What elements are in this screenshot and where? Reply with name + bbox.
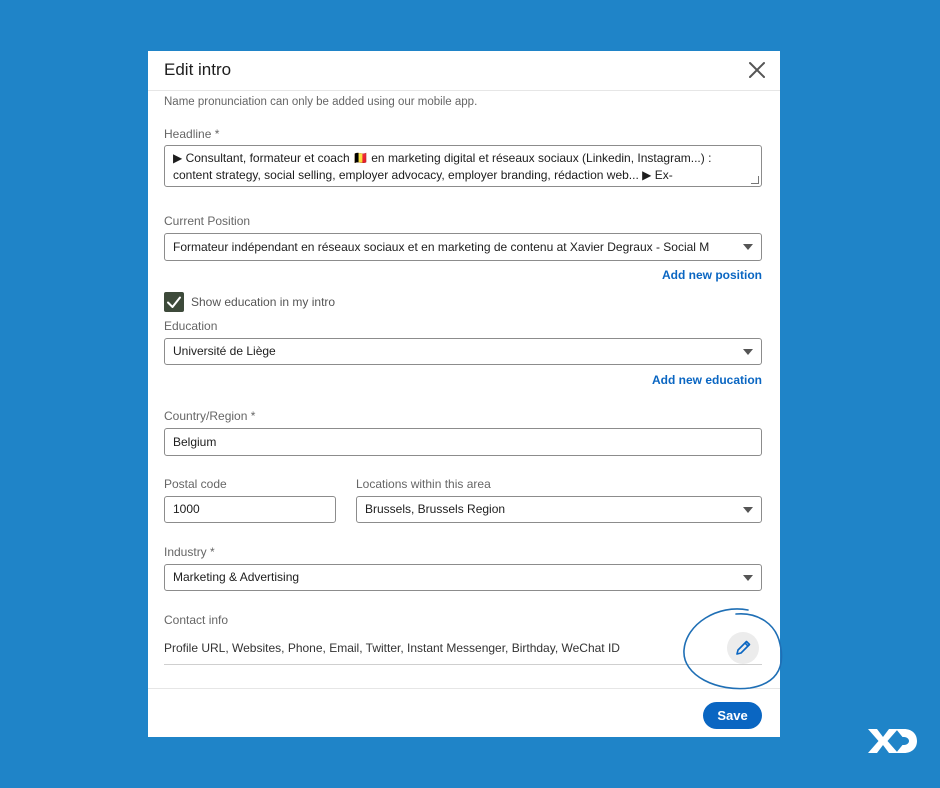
contact-info-label: Contact info bbox=[164, 613, 229, 627]
save-button[interactable]: Save bbox=[703, 702, 762, 729]
resize-handle[interactable] bbox=[751, 176, 759, 184]
show-education-label: Show education in my intro bbox=[191, 295, 336, 309]
modal-header: Edit intro bbox=[148, 51, 780, 91]
country-input[interactable]: Belgium bbox=[164, 428, 762, 456]
headline-label: Headline * bbox=[164, 127, 220, 141]
chevron-down-icon bbox=[743, 575, 753, 581]
check-icon bbox=[167, 296, 181, 308]
headline-value: ▶ Consultant, formateur et coach 🇧🇪 en m… bbox=[173, 151, 712, 182]
current-position-value: Formateur indépendant en réseaux sociaux… bbox=[173, 240, 710, 254]
education-value: Université de Liège bbox=[173, 344, 276, 358]
locations-label: Locations within this area bbox=[356, 477, 491, 491]
highlight-circle-annotation bbox=[683, 608, 783, 690]
locations-select[interactable]: Brussels, Brussels Region bbox=[356, 496, 762, 523]
add-new-education-link[interactable]: Add new education bbox=[602, 373, 762, 387]
close-button[interactable] bbox=[746, 59, 768, 81]
add-new-position-link[interactable]: Add new position bbox=[602, 268, 762, 282]
xd-logo-icon bbox=[868, 729, 917, 753]
chevron-down-icon bbox=[743, 349, 753, 355]
industry-label: Industry * bbox=[164, 545, 215, 559]
education-select[interactable]: Université de Liège bbox=[164, 338, 762, 365]
modal-title: Edit intro bbox=[164, 60, 232, 79]
locations-value: Brussels, Brussels Region bbox=[365, 502, 506, 516]
contact-info-value: Profile URL, Websites, Phone, Email, Twi… bbox=[164, 641, 620, 655]
current-position-select[interactable]: Formateur indépendant en réseaux sociaux… bbox=[164, 233, 762, 261]
postal-code-value: 1000 bbox=[173, 502, 200, 516]
industry-value: Marketing & Advertising bbox=[173, 570, 300, 584]
country-value: Belgium bbox=[173, 435, 217, 449]
headline-textarea[interactable]: ▶ Consultant, formateur et coach 🇧🇪 en m… bbox=[164, 145, 762, 187]
divider bbox=[164, 664, 762, 665]
close-icon bbox=[749, 62, 765, 78]
postal-code-label: Postal code bbox=[164, 477, 227, 491]
education-label: Education bbox=[164, 319, 218, 333]
chevron-down-icon bbox=[743, 244, 753, 250]
show-education-checkbox[interactable] bbox=[164, 292, 184, 312]
pronunciation-note: Name pronunciation can only be added usi… bbox=[164, 96, 478, 108]
country-label: Country/Region * bbox=[164, 409, 256, 423]
industry-select[interactable]: Marketing & Advertising bbox=[164, 564, 762, 591]
chevron-down-icon bbox=[743, 507, 753, 513]
postal-code-input[interactable]: 1000 bbox=[164, 496, 336, 523]
current-position-label: Current Position bbox=[164, 214, 251, 228]
